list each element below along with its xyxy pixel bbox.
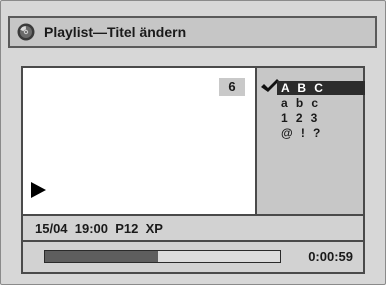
char-set-numbers[interactable]: 1 2 3 xyxy=(281,111,318,125)
progress-bar xyxy=(44,250,281,263)
char-set-lowercase[interactable]: a b c xyxy=(281,96,319,110)
play-icon xyxy=(31,182,46,198)
playlist-window: Playlist—Titel ändern 6 A B C a b c 1 2 … xyxy=(0,0,386,285)
progress-fill xyxy=(45,251,158,262)
main-frame: 6 A B C a b c 1 2 3 @ ! ? 15/04 19:00 P1… xyxy=(21,66,365,274)
recording-info: 15/04 19:00 P12 XP xyxy=(35,221,163,236)
page-title: Playlist—Titel ändern xyxy=(44,24,187,40)
disc-icon xyxy=(17,23,35,41)
elapsed-time: 0:00:59 xyxy=(308,249,353,264)
title-bar: Playlist—Titel ändern xyxy=(8,16,377,48)
video-preview: 6 xyxy=(23,68,257,214)
recording-info-bar: 15/04 19:00 P12 XP xyxy=(23,214,363,242)
char-set-symbols[interactable]: @ ! ? xyxy=(281,126,321,140)
progress-row: 0:00:59 xyxy=(23,242,363,272)
char-set-uppercase[interactable]: A B C xyxy=(277,81,365,95)
title-number: 6 xyxy=(219,78,245,96)
character-set-panel: A B C a b c 1 2 3 @ ! ? xyxy=(257,68,365,214)
